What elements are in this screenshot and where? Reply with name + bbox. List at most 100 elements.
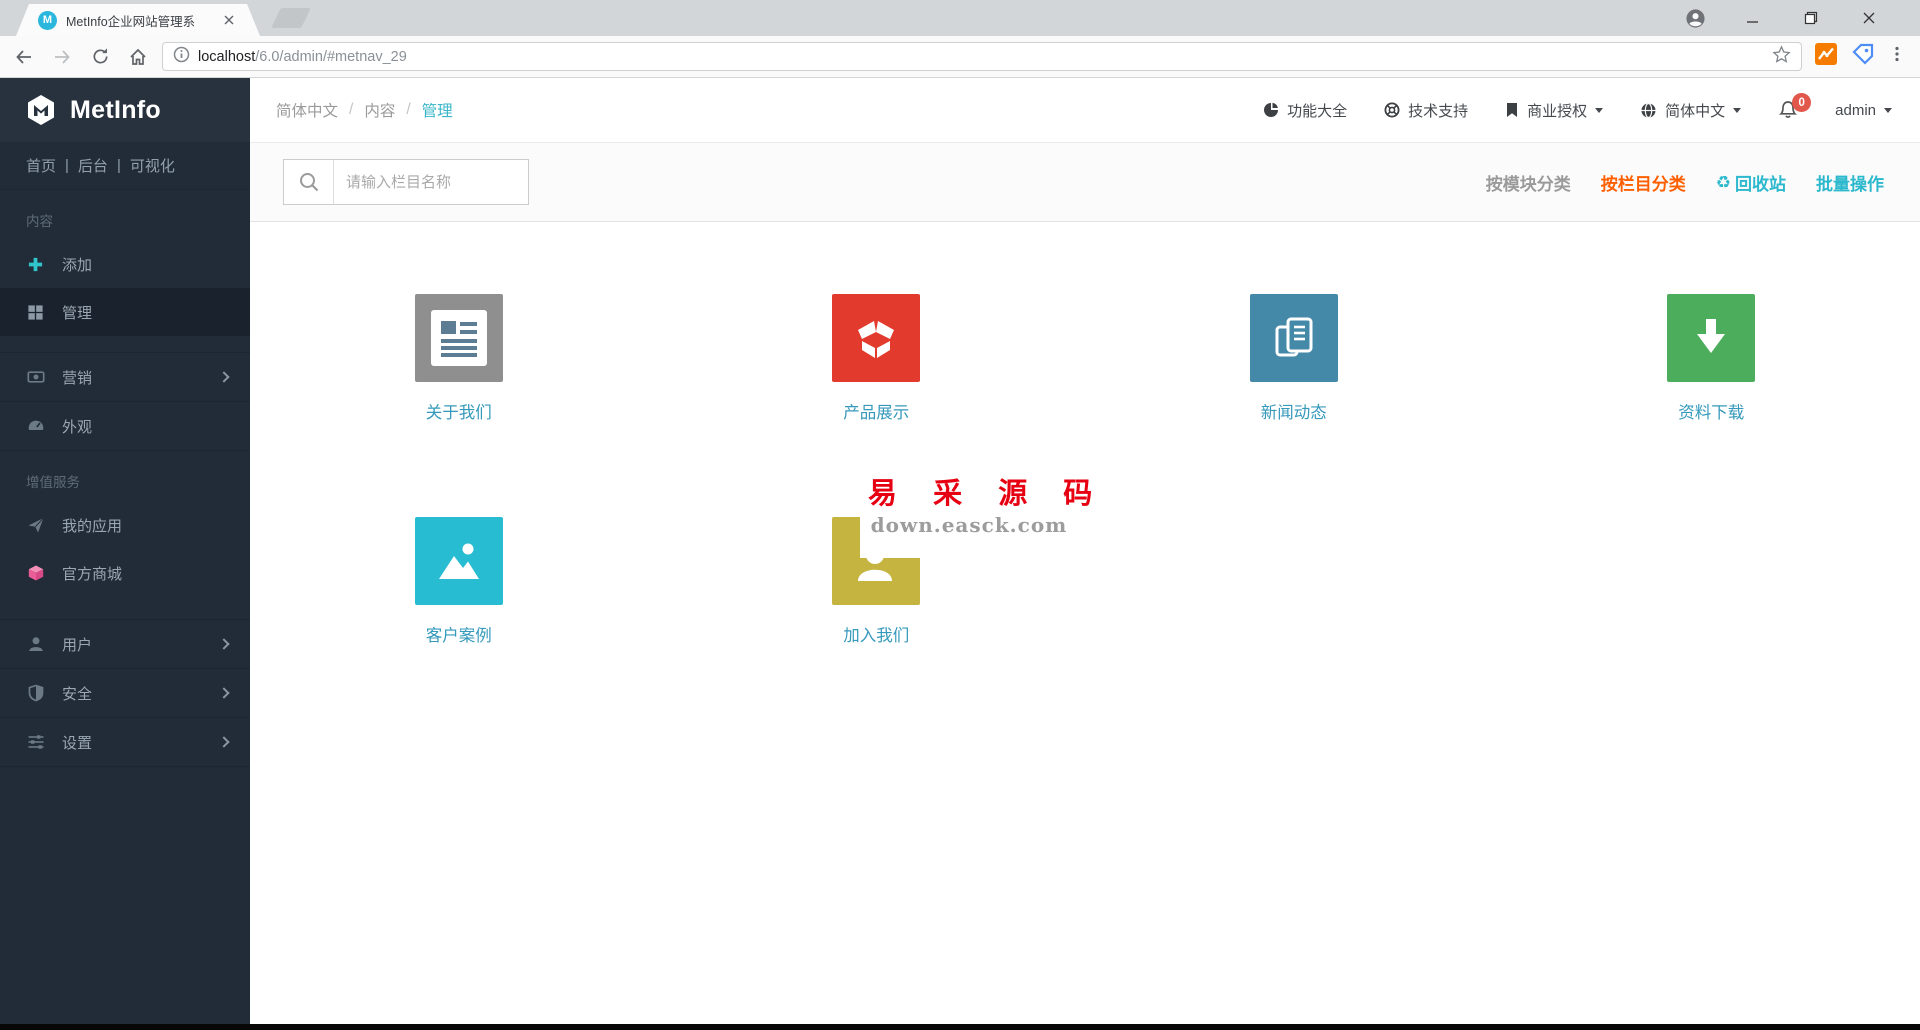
tile-label[interactable]: 关于我们 [426, 399, 492, 423]
chevron-right-icon [218, 736, 229, 747]
sidebar: MetInfo 首页 | 后台 | 可视化 内容 添加 管理 [0, 78, 250, 1024]
batch-operations-link[interactable]: 批量操作 [1816, 170, 1884, 195]
paper-plane-icon [26, 516, 45, 534]
browser-nav-icons [0, 45, 162, 69]
grid-icon [26, 304, 45, 321]
refresh-icon[interactable] [88, 45, 112, 69]
sidebar-item-settings[interactable]: 设置 [0, 718, 250, 766]
page-info-icon[interactable] [173, 46, 190, 68]
back-icon[interactable] [12, 45, 36, 69]
sidebar-divider [0, 766, 250, 767]
breadcrumb-manage[interactable]: 管理 [422, 99, 453, 121]
sidebar-item-label: 设置 [62, 732, 92, 753]
image-icon [433, 535, 485, 587]
bookmark-star-icon[interactable] [1772, 45, 1791, 69]
tile-label[interactable]: 新闻动态 [1261, 399, 1327, 423]
browser-menu-icon[interactable] [1888, 45, 1906, 68]
tag-extension-icon[interactable] [1851, 42, 1875, 71]
browser-profile-icon[interactable] [1666, 8, 1724, 29]
logo-text: MetInfo [70, 96, 161, 125]
search-box[interactable] [283, 159, 529, 205]
top-nav: 功能大全 技术支持 商业授权 简体中文 [1263, 100, 1892, 121]
tile-square [832, 294, 920, 382]
sidebar-item-label: 管理 [62, 302, 92, 323]
sidebar-item-label: 外观 [62, 416, 92, 437]
sidebar-item-users[interactable]: 用户 [0, 620, 250, 668]
tile-square [1667, 294, 1755, 382]
sidebar-item-my-apps[interactable]: 我的应用 [0, 501, 250, 549]
window-minimize-button[interactable] [1724, 11, 1782, 25]
tab-close-icon[interactable] [224, 14, 234, 27]
sidebar-item-security[interactable]: 安全 [0, 669, 250, 717]
quick-link-visual[interactable]: 可视化 [130, 155, 175, 176]
tile-news[interactable]: 新闻动态 [1250, 294, 1338, 517]
tile-downloads[interactable]: 资料下载 [1667, 294, 1755, 517]
sidebar-section-vas: 增值服务 [0, 451, 250, 501]
breadcrumb: 简体中文 / 内容 / 管理 [276, 99, 453, 121]
nav-language[interactable]: 简体中文 [1640, 100, 1741, 121]
sidebar-logo[interactable]: MetInfo [0, 78, 250, 142]
window-restore-button[interactable] [1782, 11, 1840, 25]
sliders-icon [26, 733, 45, 751]
breadcrumb-language[interactable]: 简体中文 [276, 99, 338, 121]
window-controls [1666, 0, 1920, 36]
shield-icon [26, 684, 45, 702]
nav-license[interactable]: 商业授权 [1505, 100, 1603, 121]
tile-square [1250, 294, 1338, 382]
life-ring-icon [1384, 102, 1400, 118]
nav-label: 商业授权 [1527, 100, 1587, 121]
tile-square [415, 517, 503, 605]
tile-label[interactable]: 客户案例 [426, 622, 492, 646]
forward-icon[interactable] [50, 45, 74, 69]
url-text[interactable]: localhost/6.0/admin/#metnav_29 [198, 49, 407, 65]
tile-about-us[interactable]: 关于我们 [415, 294, 503, 517]
nav-support[interactable]: 技术支持 [1384, 100, 1468, 121]
chevron-right-icon [218, 687, 229, 698]
tile-label[interactable]: 资料下载 [1678, 399, 1744, 423]
nav-label: 功能大全 [1287, 100, 1347, 121]
caret-down-icon [1884, 108, 1892, 117]
window-close-button[interactable] [1840, 11, 1898, 25]
tile-label[interactable]: 产品展示 [843, 399, 909, 423]
tile-square [415, 294, 503, 382]
url-path: /6.0/admin/#metnav_29 [255, 49, 407, 65]
user-menu[interactable]: admin [1835, 102, 1892, 119]
screen: M MetInfo企业网站管理系 [0, 0, 1920, 1030]
quick-link-backend[interactable]: 后台 [78, 155, 108, 176]
sidebar-item-marketing[interactable]: 营销 [0, 353, 250, 401]
breadcrumb-content[interactable]: 内容 [364, 99, 395, 121]
recycle-label: 回收站 [1735, 170, 1786, 195]
search-input[interactable] [334, 160, 528, 204]
recycle-icon: ♻ [1716, 174, 1731, 191]
address-bar[interactable]: localhost/6.0/admin/#metnav_29 [162, 42, 1802, 71]
filter-by-column[interactable]: 按栏目分类 [1601, 170, 1686, 195]
watermark-title: 易 采 源 码 [868, 470, 1078, 512]
recycle-bin-link[interactable]: ♻回收站 [1716, 170, 1786, 195]
nav-features[interactable]: 功能大全 [1263, 100, 1347, 121]
quick-link-home[interactable]: 首页 [26, 155, 56, 176]
gauge-icon [26, 417, 45, 435]
sidebar-item-manage[interactable]: 管理 [0, 288, 250, 336]
metinfo-favicon-icon: M [38, 11, 57, 30]
nav-label: 简体中文 [1665, 100, 1725, 121]
browser-tab[interactable]: M MetInfo企业网站管理系 [16, 4, 260, 36]
notification-badge: 0 [1792, 93, 1811, 112]
tile-label[interactable]: 加入我们 [843, 622, 909, 646]
notifications-button[interactable]: 0 [1778, 100, 1798, 120]
caret-down-icon [1595, 108, 1603, 117]
sidebar-item-add[interactable]: 添加 [0, 240, 250, 288]
sidebar-spacer [0, 597, 250, 619]
analytics-extension-icon[interactable] [1814, 42, 1838, 71]
sidebar-item-appearance[interactable]: 外观 [0, 402, 250, 450]
sidebar-item-label: 安全 [62, 683, 92, 704]
breadcrumb-separator: / [349, 101, 353, 119]
home-icon[interactable] [126, 45, 150, 69]
url-host: localhost [198, 49, 255, 65]
sidebar-item-official-store[interactable]: 官方商城 [0, 549, 250, 597]
filter-by-module[interactable]: 按模块分类 [1486, 170, 1571, 195]
breadcrumb-separator: / [406, 101, 410, 119]
tile-cases[interactable]: 客户案例 [415, 517, 503, 740]
browser-toolbar: localhost/6.0/admin/#metnav_29 [0, 36, 1920, 78]
new-tab-button[interactable] [271, 8, 311, 28]
sidebar-spacer [0, 336, 250, 352]
